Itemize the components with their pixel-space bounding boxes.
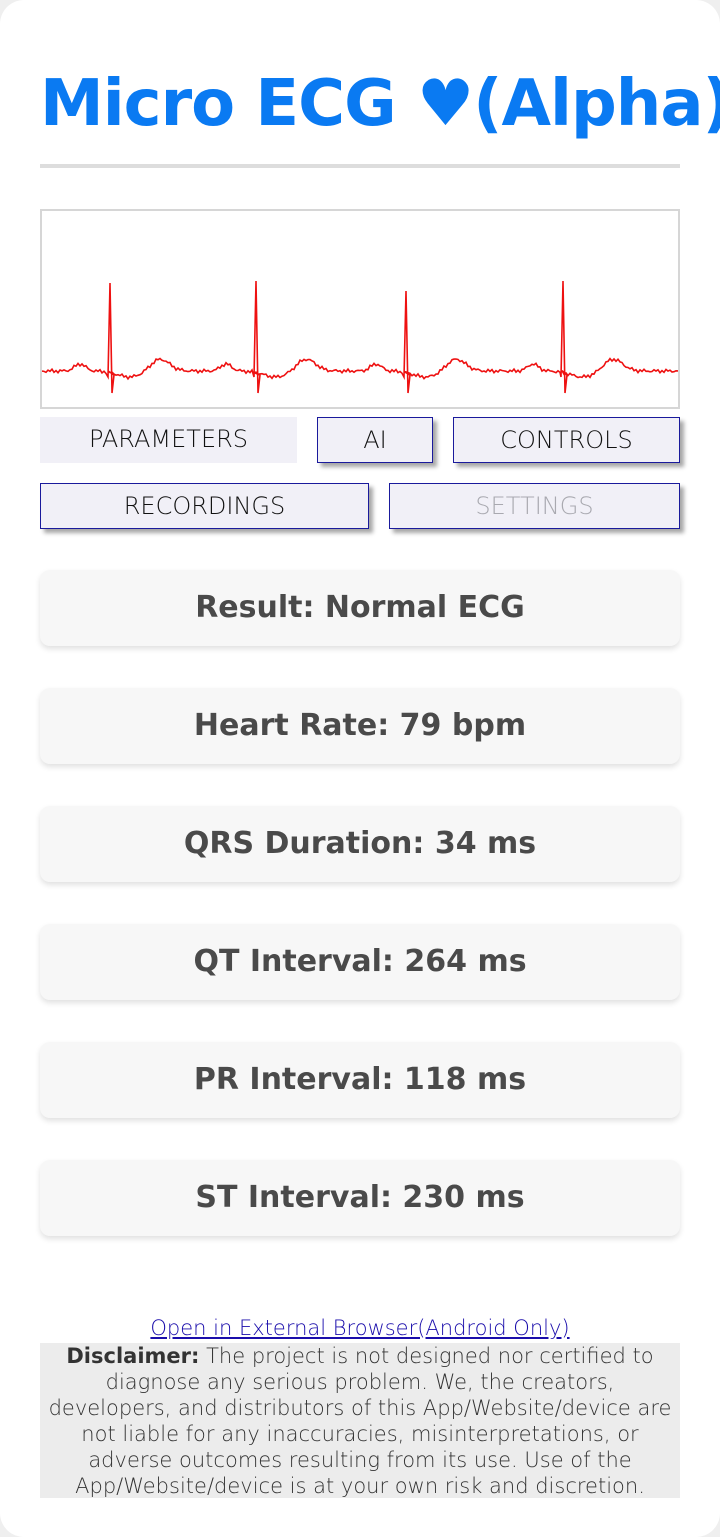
page-title: Micro ECG ♥(Alpha) [40, 67, 720, 141]
result-card: Result: Normal ECG [40, 570, 680, 646]
tab-settings[interactable]: SETTINGS [389, 483, 680, 529]
heart-rate-card: Heart Rate: 79 bpm [40, 688, 680, 764]
qrs-duration-card: QRS Duration: 34 ms [40, 806, 680, 882]
tab-recordings[interactable]: RECORDINGS [40, 483, 369, 529]
title-divider [40, 164, 680, 168]
tab-ai[interactable]: AI [317, 417, 433, 463]
ecg-waveform-panel [40, 209, 680, 409]
app-page: Micro ECG ♥(Alpha) PARAMETERS AI CONTROL… [0, 0, 720, 1537]
qt-interval-card: QT Interval: 264 ms [40, 924, 680, 1000]
tab-controls[interactable]: CONTROLS [453, 417, 680, 463]
disclaimer-label: Disclaimer: [66, 1344, 200, 1368]
st-interval-card: ST Interval: 230 ms [40, 1160, 680, 1236]
ecg-trace [42, 280, 678, 394]
open-external-browser-link[interactable]: Open in External Browser(Android Only) [40, 1316, 680, 1340]
ecg-waveform [42, 280, 678, 394]
pr-interval-card: PR Interval: 118 ms [40, 1042, 680, 1118]
tab-parameters[interactable]: PARAMETERS [40, 417, 297, 463]
disclaimer-box: Disclaimer: The project is not designed … [40, 1343, 680, 1498]
